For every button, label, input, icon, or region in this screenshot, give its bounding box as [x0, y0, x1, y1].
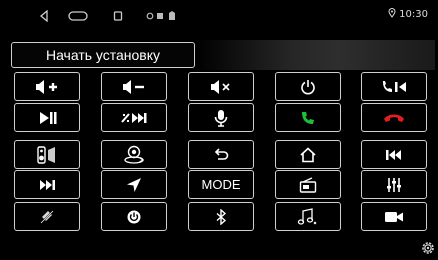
prev-track-button[interactable] — [361, 140, 427, 169]
call-answer-button[interactable] — [275, 103, 341, 132]
settings-gear-icon[interactable] — [420, 240, 436, 260]
call-prev-icon — [380, 79, 408, 95]
volume-down-icon — [121, 79, 147, 95]
navigation-button[interactable] — [101, 170, 167, 199]
radio-button[interactable] — [275, 170, 341, 199]
notification-icons — [146, 9, 178, 23]
next-track-button[interactable] — [14, 170, 80, 199]
voice-button[interactable] — [188, 103, 254, 132]
hang-up-icon — [383, 112, 405, 124]
power-icon — [300, 79, 316, 95]
prev-track-icon — [385, 148, 403, 162]
start-install-label: Начать установку — [45, 47, 161, 63]
hang-up-button[interactable] — [361, 103, 427, 132]
clock-time: 10:30 — [399, 9, 428, 20]
equalizer-icon — [386, 177, 402, 193]
start-install-button[interactable]: Начать установку — [11, 42, 195, 68]
call-answer-icon — [300, 110, 316, 126]
location-icon — [388, 8, 396, 21]
mute-icon — [209, 79, 233, 95]
mute-mic-button[interactable] — [14, 202, 80, 231]
mode-button[interactable]: MODE — [188, 170, 254, 199]
status-right: 10:30 — [388, 8, 428, 21]
status-bar: 10:30 — [0, 0, 438, 30]
bluetooth-icon — [215, 208, 227, 225]
power-button[interactable] — [275, 72, 341, 101]
music-button[interactable] — [275, 202, 341, 231]
equalizer-button[interactable] — [361, 170, 427, 199]
next-track-icon — [38, 178, 56, 192]
recent-apps-icon[interactable] — [113, 9, 123, 23]
navigation-icon — [126, 177, 142, 193]
music-icon — [297, 207, 319, 226]
back-icon[interactable] — [39, 9, 49, 23]
mute-next-button[interactable] — [101, 103, 167, 132]
volume-up-icon — [34, 79, 60, 95]
play-pause-icon — [37, 110, 57, 126]
camera-360-button[interactable] — [101, 140, 167, 169]
volume-down-button[interactable] — [101, 72, 167, 101]
camera-360-icon — [123, 145, 145, 165]
voice-icon — [213, 109, 229, 127]
power-cycle-icon — [126, 209, 142, 225]
speaker-button[interactable] — [14, 140, 80, 169]
mute-mic-icon — [39, 209, 55, 225]
install-banner-background — [195, 40, 435, 70]
volume-up-button[interactable] — [14, 72, 80, 101]
bluetooth-button[interactable] — [188, 202, 254, 231]
home-icon[interactable] — [68, 9, 88, 23]
back-button[interactable] — [188, 140, 254, 169]
radio-icon — [299, 176, 317, 193]
speaker-icon — [37, 145, 57, 164]
mode-label: MODE — [201, 177, 241, 192]
play-pause-button[interactable] — [14, 103, 80, 132]
mute-next-icon — [119, 110, 149, 126]
call-prev-button[interactable] — [361, 72, 427, 101]
camera-button[interactable] — [361, 202, 427, 231]
mute-button[interactable] — [188, 72, 254, 101]
back-icon — [213, 147, 229, 162]
home-icon — [299, 146, 317, 163]
home-button[interactable] — [275, 140, 341, 169]
camera-icon — [384, 210, 404, 224]
power-cycle-button[interactable] — [101, 202, 167, 231]
